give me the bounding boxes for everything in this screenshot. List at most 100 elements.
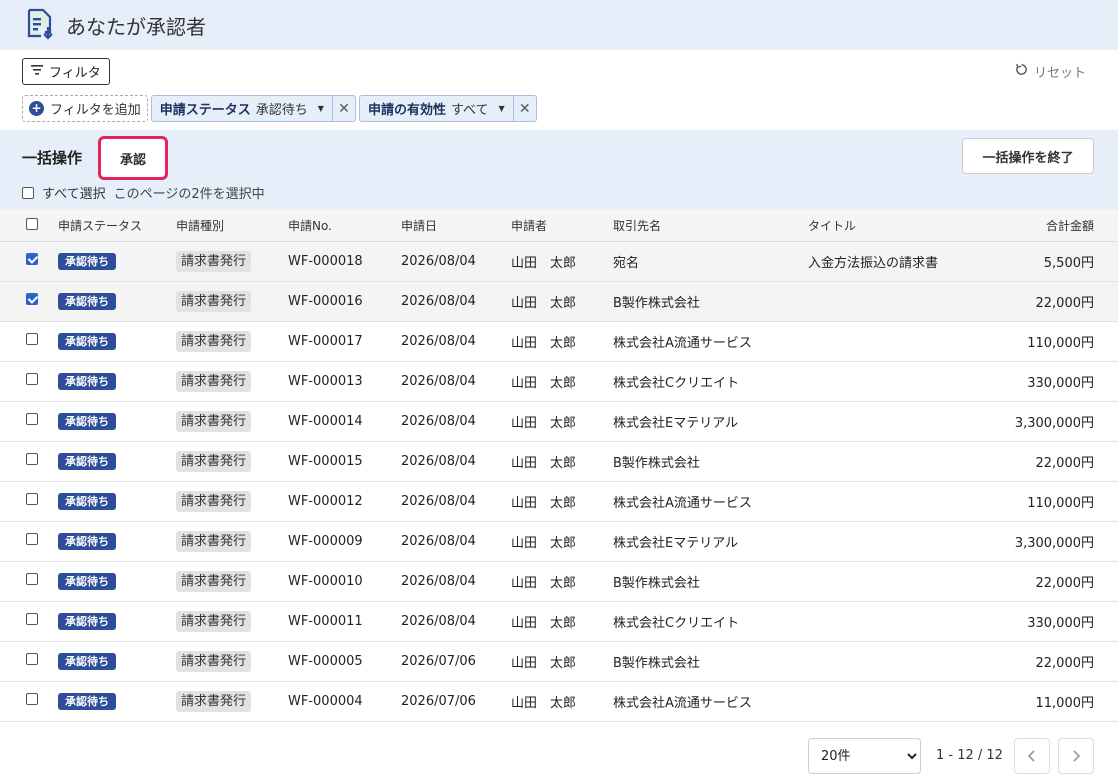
- reset-icon: [1015, 63, 1028, 80]
- approval-table: 申請ステータス 申請種別 申請No. 申請日 申請者 取引先名 タイトル 合計金…: [0, 210, 1118, 722]
- partner-name: 株式会社A流通サービス: [613, 495, 752, 511]
- request-no[interactable]: WF-000010: [288, 561, 401, 601]
- header-checkbox-cell: [0, 210, 58, 242]
- chip-label: 申請ステータス: [159, 103, 251, 118]
- request-no[interactable]: WF-000016: [288, 281, 401, 321]
- filter-chip-validity-dropdown[interactable]: 申請の有効性 すべて ▼: [360, 96, 514, 121]
- status-cell: 承認待ち: [58, 681, 176, 721]
- table-row[interactable]: 承認待ち 請求書発行 WF-000015 2026/08/04 山田 太郎 B製作株式会社…: [0, 441, 1118, 481]
- close-icon[interactable]: ✕: [333, 101, 355, 117]
- select-all-checkbox[interactable]: [22, 186, 34, 199]
- column-header-type[interactable]: 申請種別: [176, 210, 288, 242]
- filter-chip-status-dropdown[interactable]: 申請ステータス 承認待ち ▼: [152, 96, 333, 121]
- table-row[interactable]: 承認待ち 請求書発行 WF-000016 2026/08/04 山田 太郎 B製作株式会社…: [0, 281, 1118, 321]
- row-checkbox[interactable]: [26, 493, 38, 505]
- reset-label: リセット: [1033, 66, 1086, 81]
- column-header-title[interactable]: タイトル: [808, 210, 1004, 242]
- table-row[interactable]: 承認待ち 請求書発行 WF-000011 2026/08/04 山田 太郎 株式会社Cクリ…: [0, 601, 1118, 641]
- status-badge: 承認待ち: [58, 572, 116, 590]
- row-checkbox[interactable]: [26, 653, 38, 665]
- total-amount: 330,000円: [1027, 375, 1094, 391]
- partner-name: B製作株式会社: [613, 655, 700, 671]
- type-cell: 請求書発行: [176, 361, 288, 401]
- per-page-select[interactable]: 20件: [808, 738, 921, 774]
- status-badge: 承認待ち: [58, 612, 116, 630]
- approve-button[interactable]: 承認: [98, 136, 168, 180]
- status-badge: 承認待ち: [58, 332, 116, 350]
- type-badge: 請求書発行: [176, 410, 252, 432]
- column-header-partner[interactable]: 取引先名: [613, 210, 808, 242]
- row-checkbox[interactable]: [26, 533, 38, 545]
- row-checkbox[interactable]: [26, 693, 38, 705]
- request-no[interactable]: WF-000011: [288, 601, 401, 641]
- request-no[interactable]: WF-000018: [288, 241, 401, 281]
- row-checkbox-cell: [0, 281, 58, 321]
- column-header-amount[interactable]: 合計金額: [1004, 210, 1118, 242]
- reset-button[interactable]: リセット: [1015, 62, 1086, 81]
- chevron-left-icon: [1027, 747, 1037, 766]
- table-row[interactable]: 承認待ち 請求書発行 WF-000009 2026/08/04 山田 太郎 株式会社Eマテ…: [0, 521, 1118, 561]
- request-no[interactable]: WF-000017: [288, 321, 401, 361]
- request-title: [808, 281, 1004, 321]
- type-badge: 請求書発行: [176, 490, 252, 512]
- row-checkbox[interactable]: [26, 373, 38, 385]
- filter-row: フィルタ: [22, 58, 110, 85]
- row-checkbox[interactable]: [26, 573, 38, 585]
- type-badge: 請求書発行: [176, 690, 252, 712]
- request-no[interactable]: WF-000015: [288, 441, 401, 481]
- type-badge: 請求書発行: [176, 370, 252, 392]
- type-cell: 請求書発行: [176, 441, 288, 481]
- table-row[interactable]: 承認待ち 請求書発行 WF-000013 2026/08/04 山田 太郎 株式会社Cクリ…: [0, 361, 1118, 401]
- row-checkbox[interactable]: [26, 453, 38, 465]
- table-row[interactable]: 承認待ち 請求書発行 WF-000018 2026/08/04 山田 太郎 宛名 入金方法振…: [0, 241, 1118, 281]
- table-header-row: 申請ステータス 申請種別 申請No. 申請日 申請者 取引先名 タイトル 合計金…: [0, 210, 1118, 242]
- column-header-status[interactable]: 申請ステータス: [58, 210, 176, 242]
- request-date: 2026/07/06: [401, 653, 476, 669]
- total-amount: 110,000円: [1027, 495, 1094, 511]
- total-amount: 110,000円: [1027, 335, 1094, 351]
- row-checkbox-cell: [0, 681, 58, 721]
- applicant: 山田 太郎: [511, 335, 577, 351]
- table-row[interactable]: 承認待ち 請求書発行 WF-000017 2026/08/04 山田 太郎 株式会社A流通…: [0, 321, 1118, 361]
- column-header-no[interactable]: 申請No.: [288, 210, 401, 242]
- type-cell: 請求書発行: [176, 681, 288, 721]
- filter-button[interactable]: フィルタ: [22, 58, 110, 85]
- chip-value: 承認待ち: [255, 103, 308, 118]
- partner-name: 宛名: [613, 255, 640, 271]
- end-bulk-button[interactable]: 一括操作を終了: [962, 138, 1094, 174]
- row-checkbox[interactable]: [26, 413, 38, 425]
- request-no[interactable]: WF-000013: [288, 361, 401, 401]
- table-row[interactable]: 承認待ち 請求書発行 WF-000005 2026/07/06 山田 太郎 B製作株式会社…: [0, 641, 1118, 681]
- request-title: [808, 321, 1004, 361]
- table-row[interactable]: 承認待ち 請求書発行 WF-000014 2026/08/04 山田 太郎 株式会社Eマテ…: [0, 401, 1118, 441]
- table-row[interactable]: 承認待ち 請求書発行 WF-000012 2026/08/04 山田 太郎 株式会社A流通…: [0, 481, 1118, 521]
- column-header-date[interactable]: 申請日: [401, 210, 511, 242]
- request-no[interactable]: WF-000009: [288, 521, 401, 561]
- request-no[interactable]: WF-000014: [288, 401, 401, 441]
- row-checkbox[interactable]: [26, 253, 38, 265]
- column-header-applicant[interactable]: 申請者: [511, 210, 613, 242]
- header-checkbox[interactable]: [26, 217, 38, 230]
- table-row[interactable]: 承認待ち 請求書発行 WF-000010 2026/08/04 山田 太郎 B製作株式会社…: [0, 561, 1118, 601]
- request-no[interactable]: WF-000012: [288, 481, 401, 521]
- close-icon[interactable]: ✕: [514, 101, 536, 117]
- applicant: 山田 太郎: [511, 455, 577, 471]
- request-no[interactable]: WF-000005: [288, 641, 401, 681]
- status-badge: 承認待ち: [58, 492, 116, 510]
- row-checkbox[interactable]: [26, 333, 38, 345]
- request-no[interactable]: WF-000004: [288, 681, 401, 721]
- row-checkbox[interactable]: [26, 293, 38, 305]
- add-filter-button[interactable]: + フィルタを追加: [22, 95, 148, 122]
- request-date: 2026/08/04: [401, 413, 476, 429]
- row-checkbox[interactable]: [26, 613, 38, 625]
- next-page-button[interactable]: [1058, 738, 1094, 774]
- applicant: 山田 太郎: [511, 415, 577, 431]
- row-checkbox-cell: [0, 641, 58, 681]
- prev-page-button[interactable]: [1014, 738, 1050, 774]
- table-row[interactable]: 承認待ち 請求書発行 WF-000004 2026/07/06 山田 太郎 株式会社A流通…: [0, 681, 1118, 721]
- request-title: 入金方法振込の請求書: [808, 255, 939, 271]
- type-cell: 請求書発行: [176, 561, 288, 601]
- row-checkbox-cell: [0, 601, 58, 641]
- request-date: 2026/08/04: [401, 533, 476, 549]
- applicant: 山田 太郎: [511, 695, 577, 711]
